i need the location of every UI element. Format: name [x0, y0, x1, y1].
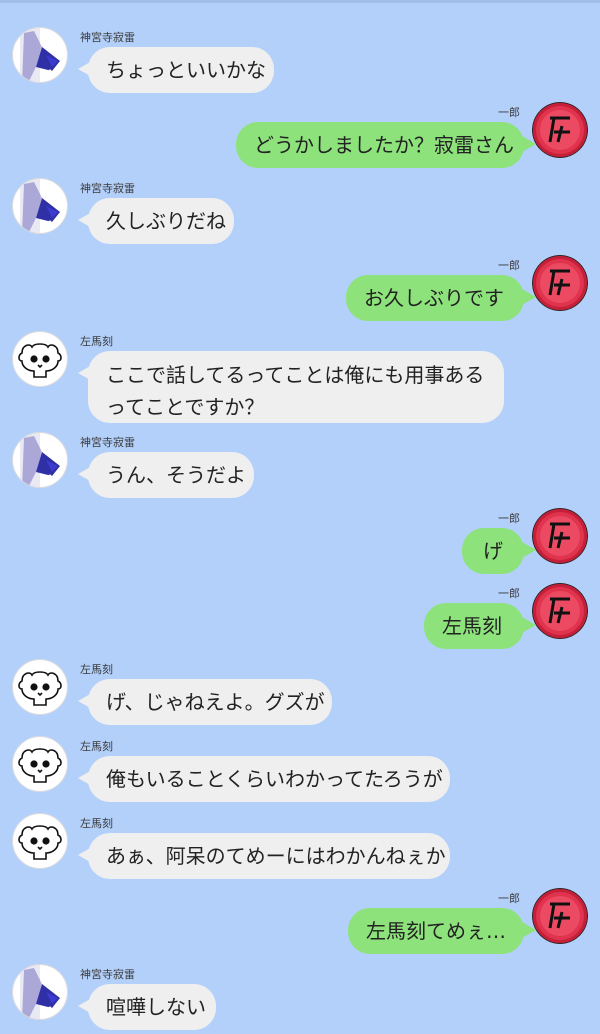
message-row: 左馬刻 あぁ、阿呆のてめーにはわかんねぇか	[0, 813, 600, 883]
message-row: 神宮寺寂雷 喧嘩しない	[0, 964, 600, 1034]
message-bubble[interactable]: お久しぶりです	[346, 275, 524, 321]
message-bubble[interactable]: ちょっといいかな	[88, 47, 274, 93]
sender-name: 左馬刻	[80, 335, 113, 348]
sender-name: 一郎	[498, 512, 520, 525]
sender-name: 一郎	[498, 106, 520, 119]
message-row: 左馬刻 げ、じゃねえよ。グズが	[0, 659, 600, 729]
sender-name: 神宮寺寂雷	[80, 31, 135, 44]
sender-name: 一郎	[498, 259, 520, 272]
message-row: 一郎 左馬刻てめぇ…	[0, 888, 600, 958]
bubble-tail	[522, 542, 536, 558]
sender-name: 神宮寺寂雷	[80, 436, 135, 449]
ichiro-emblem-icon[interactable]	[532, 888, 588, 944]
message-bubble[interactable]: ここで話してるってことは俺にも用事あるってことですか？	[88, 351, 504, 423]
message-bubble[interactable]: げ、じゃねえよ。グズが	[88, 679, 332, 725]
message-row: 左馬刻 ここで話してるってことは俺にも用事あるってことですか？	[0, 331, 600, 431]
message-bubble[interactable]: 久しぶりだね	[88, 198, 234, 244]
message-bubble[interactable]: あぁ、阿呆のてめーにはわかんねぇか	[88, 833, 450, 879]
jakurai-avatar-icon[interactable]	[12, 432, 68, 488]
skull-icon[interactable]	[12, 659, 68, 715]
message-bubble[interactable]: 左馬刻てめぇ…	[348, 908, 524, 954]
ichiro-emblem-icon[interactable]	[532, 102, 588, 158]
ichiro-emblem-icon[interactable]	[532, 508, 588, 564]
bubble-tail	[522, 136, 536, 152]
message-row: 左馬刻 俺もいることくらいわかってたろうが	[0, 736, 600, 806]
message-row: 一郎 どうかしましたか？寂雷さん	[0, 102, 600, 172]
message-row: 一郎 左馬刻	[0, 583, 600, 653]
bubble-tail	[522, 922, 536, 938]
sender-name: 神宮寺寂雷	[80, 968, 135, 981]
ichiro-emblem-icon[interactable]	[532, 583, 588, 639]
sender-name: 一郎	[498, 587, 520, 600]
sender-name: 一郎	[498, 892, 520, 905]
message-row: 一郎 お久しぶりです	[0, 255, 600, 325]
sender-name: 神宮寺寂雷	[80, 182, 135, 195]
message-bubble[interactable]: うん、そうだよ	[88, 452, 254, 498]
message-bubble[interactable]: げ	[462, 528, 524, 574]
skull-icon[interactable]	[12, 813, 68, 869]
message-row: 一郎 げ	[0, 508, 600, 578]
message-bubble[interactable]: 俺もいることくらいわかってたろうが	[88, 756, 450, 802]
sender-name: 左馬刻	[80, 663, 113, 676]
skull-icon[interactable]	[12, 736, 68, 792]
message-row: 神宮寺寂雷 ちょっといいかな	[0, 27, 600, 97]
ichiro-emblem-icon[interactable]	[532, 255, 588, 311]
jakurai-avatar-icon[interactable]	[12, 178, 68, 234]
skull-icon[interactable]	[12, 331, 68, 387]
message-row: 神宮寺寂雷 うん、そうだよ	[0, 432, 600, 502]
sender-name: 左馬刻	[80, 817, 113, 830]
top-divider	[0, 0, 600, 3]
message-bubble[interactable]: どうかしましたか？寂雷さん	[236, 122, 524, 168]
message-bubble[interactable]: 左馬刻	[424, 603, 524, 649]
jakurai-avatar-icon[interactable]	[12, 964, 68, 1020]
jakurai-avatar-icon[interactable]	[12, 27, 68, 83]
sender-name: 左馬刻	[80, 740, 113, 753]
bubble-tail	[522, 289, 536, 305]
message-row: 神宮寺寂雷 久しぶりだね	[0, 178, 600, 248]
message-bubble[interactable]: 喧嘩しない	[88, 984, 216, 1030]
bubble-tail	[522, 617, 536, 633]
